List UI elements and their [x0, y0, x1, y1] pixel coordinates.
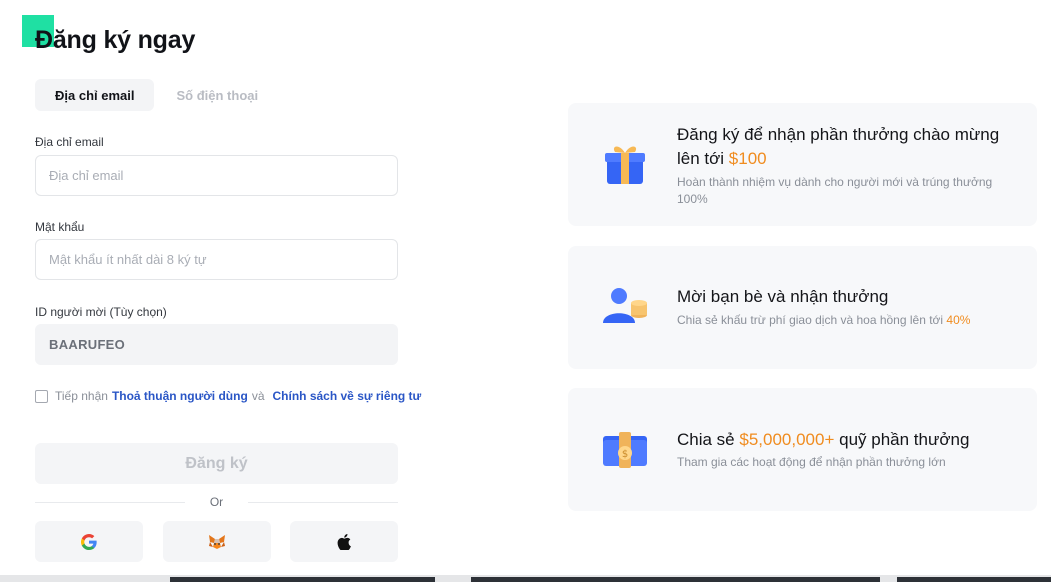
promo-referral-desc-text: Chia sẻ khấu trừ phí giao dịch và hoa hồ… — [677, 313, 944, 327]
email-label: Địa chỉ email — [35, 135, 104, 149]
referral-input[interactable] — [35, 324, 398, 365]
page-title: Đăng ký ngay — [35, 26, 196, 54]
promo-welcome-desc: Hoàn thành nhiệm vụ dành cho người mới v… — [677, 175, 993, 206]
money-stack-icon: $ — [603, 432, 647, 468]
divider-line-right — [248, 502, 398, 503]
terms-link[interactable]: Thoả thuận người dùng — [112, 389, 248, 403]
promo-card-referral: Mời bạn bè và nhận thưởng Chia sẻ khấu t… — [568, 246, 1037, 369]
signup-method-tabs: Địa chỉ email Số điện thoại — [35, 79, 278, 111]
privacy-link[interactable]: Chính sách về sự riêng tư — [273, 389, 422, 403]
promo-pool-amount: $5,000,000+ — [739, 430, 835, 449]
taskbar-segment — [170, 577, 435, 582]
invite-friends-coins-icon — [603, 288, 647, 323]
taskbar-segment — [471, 577, 880, 582]
svg-text:$: $ — [622, 449, 628, 460]
promo-pool-desc: Tham gia các hoạt động để nhận phần thưở… — [677, 455, 946, 469]
promo-referral-percent: 40% — [946, 313, 971, 327]
email-input[interactable] — [35, 155, 398, 196]
promo-pool-title-prefix: Chia sẻ — [677, 430, 735, 449]
or-divider: Or — [35, 494, 398, 510]
promo-welcome-title-text: Đăng ký để nhận phần thưởng chào mừng lê… — [677, 125, 1000, 168]
tab-email[interactable]: Địa chỉ email — [35, 79, 155, 111]
apple-signup-button[interactable] — [290, 521, 398, 562]
password-label: Mật khẩu — [35, 220, 85, 234]
metamask-fox-icon — [209, 534, 225, 549]
apple-icon — [337, 533, 351, 550]
register-button[interactable]: Đăng ký — [35, 443, 398, 484]
promo-welcome-amount: $100 — [728, 149, 767, 168]
agreement-row: Tiếp nhận Thoả thuận người dùng và Chính… — [35, 389, 425, 403]
gift-box-icon — [605, 146, 645, 184]
metamask-signup-button[interactable] — [163, 521, 271, 562]
tab-phone[interactable]: Số điện thoại — [166, 79, 278, 111]
referral-label: ID người mời (Tùy chọn) — [35, 305, 167, 319]
password-input[interactable] — [35, 239, 398, 280]
taskbar-segment — [897, 577, 1051, 582]
agree-prefix: Tiếp nhận — [55, 389, 108, 403]
window-bottom-bar — [0, 575, 1051, 582]
promo-referral-desc: Chia sẻ khấu trừ phí giao dịch và hoa hồ… — [677, 312, 1007, 329]
google-icon — [81, 533, 97, 550]
google-signup-button[interactable] — [35, 521, 143, 562]
promo-welcome-title: Đăng ký để nhận phần thưởng chào mừng lê… — [677, 123, 1017, 171]
agree-conjunction: và — [251, 389, 265, 403]
agree-checkbox[interactable] — [35, 389, 48, 403]
promo-pool-title-suffix: quỹ phần thưởng — [839, 430, 970, 449]
promo-card-welcome: Đăng ký để nhận phần thưởng chào mừng lê… — [568, 103, 1037, 226]
promo-referral-title: Mời bạn bè và nhận thưởng — [677, 287, 889, 306]
promo-pool-title: Chia sẻ $5,000,000+ quỹ phần thưởng — [677, 428, 1017, 452]
promo-card-prize-pool: $ Chia sẻ $5,000,000+ quỹ phần thưởng Th… — [568, 388, 1037, 511]
